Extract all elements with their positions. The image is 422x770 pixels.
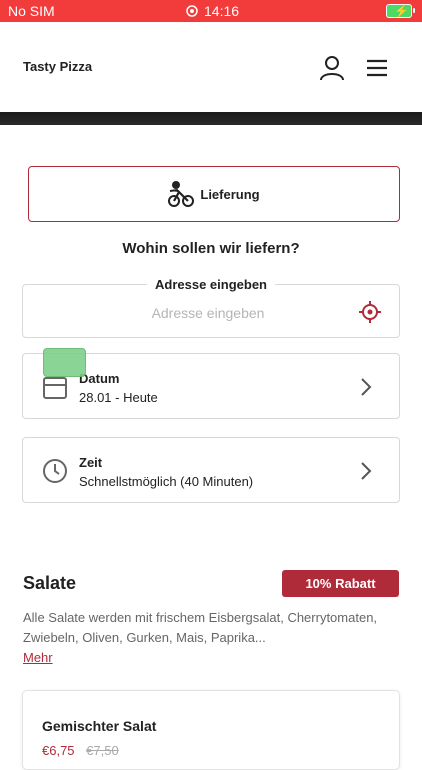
crosshair-icon[interactable] — [359, 301, 381, 323]
section-description: Alle Salate werden mit frischem Eisbergs… — [23, 610, 378, 645]
delivery-question: Wohin sollen wir liefern? — [122, 240, 300, 257]
chevron-right-icon — [361, 378, 372, 396]
address-legend: Adresse eingeben — [147, 277, 275, 292]
date-value: 28.01 - Heute — [79, 390, 158, 405]
calendar-icon — [43, 377, 67, 399]
section-title: Salate — [23, 573, 77, 593]
time-label: 14:16 — [204, 3, 240, 19]
time-title: Zeit — [79, 455, 103, 470]
address-input[interactable] — [63, 301, 353, 325]
hero-image-strip — [0, 112, 422, 125]
chevron-right-icon — [361, 462, 372, 480]
carrier-label: No SIM — [8, 3, 55, 19]
address-field[interactable]: Adresse eingeben — [22, 277, 400, 338]
hamburger-menu-icon[interactable] — [364, 56, 390, 80]
more-link[interactable]: Mehr — [23, 650, 53, 665]
product-price: €6,75 — [42, 743, 75, 758]
delivery-label: Lieferung — [200, 186, 260, 202]
highlight-overlay — [43, 348, 86, 377]
clock-icon — [43, 459, 67, 483]
product-old-price: €7,50 — [86, 743, 119, 758]
battery-charging-icon: ⚡ — [386, 4, 415, 18]
user-icon[interactable] — [318, 54, 346, 82]
price-row: €6,75 €7,50 — [42, 743, 119, 758]
status-time: 14:16 — [186, 3, 239, 19]
brand-name[interactable]: Tasty Pizza — [23, 59, 92, 74]
alarm-icon — [186, 5, 198, 17]
status-bar: No SIM 14:16 ⚡ — [0, 0, 422, 22]
discount-badge: 10% Rabatt — [282, 570, 399, 597]
bike-rider-icon — [168, 181, 195, 207]
product-card[interactable]: Gemischter Salat €6,75 €7,50 — [22, 690, 400, 770]
product-name: Gemischter Salat — [42, 718, 157, 734]
time-value: Schnellstmöglich (40 Minuten) — [79, 474, 254, 489]
delivery-option-button[interactable]: Lieferung — [28, 166, 400, 222]
app-header: Tasty Pizza — [0, 22, 422, 112]
time-selector[interactable]: Zeit Schnellstmöglich (40 Minuten) — [22, 437, 400, 503]
